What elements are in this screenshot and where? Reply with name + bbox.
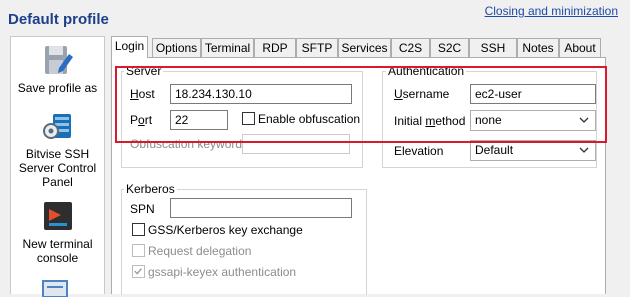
gssapi-keyex-checkbox (132, 265, 145, 278)
server-group-title: Server (124, 64, 164, 78)
initial-method-select[interactable]: none (470, 110, 596, 131)
authentication-group-title: Authentication (386, 64, 467, 78)
tab-terminal[interactable]: Terminal (201, 38, 254, 57)
elevation-select[interactable]: Default (470, 140, 596, 161)
chevron-down-icon (579, 147, 589, 153)
tab-rdp[interactable]: RDP (254, 38, 296, 57)
obfuscation-keyword-label: Obfuscation keyword (130, 137, 243, 151)
sidebar-item-label: Save profile as (17, 81, 98, 95)
elevation-label: Elevation (394, 144, 444, 158)
initial-method-label: Initial method (394, 114, 466, 128)
elevation-value: Default (475, 143, 514, 157)
gssapi-keyex-label: gssapi-keyex authentication (148, 265, 297, 279)
new-terminal-console-button[interactable]: New terminal console (11, 199, 104, 265)
tab-login[interactable]: Login (111, 36, 148, 58)
save-profile-button[interactable]: Save profile as (11, 43, 104, 95)
save-profile-icon (44, 46, 73, 74)
closing-minimization-link[interactable]: Closing and minimization (485, 4, 618, 18)
tab-s2c[interactable]: S2C (430, 38, 469, 57)
checkmark-icon (134, 268, 142, 275)
username-input[interactable]: ec2-user (470, 84, 596, 104)
host-label: Host (130, 87, 155, 101)
spn-input[interactable] (170, 198, 352, 218)
enable-obfuscation-label: Enable obfuscation (258, 112, 361, 126)
tab-about[interactable]: About (559, 38, 601, 57)
gss-kerberos-checkbox[interactable] (132, 223, 145, 236)
login-tab-panel: Server Host 18.234.130.10 Port 22 Enable… (111, 57, 606, 295)
sidebar-item-label: New terminal console (22, 237, 93, 265)
obfuscation-keyword-input (242, 134, 350, 154)
window-title: Default profile (8, 11, 109, 28)
tab-options[interactable]: Options (152, 38, 201, 57)
port-input[interactable]: 22 (170, 110, 228, 130)
kerberos-group-title: Kerberos (124, 182, 177, 196)
tab-ssh[interactable]: SSH (469, 38, 517, 57)
server-control-panel-icon (42, 114, 71, 139)
terminal-console-icon (43, 202, 72, 230)
gss-kerberos-label: GSS/Kerberos key exchange (148, 223, 303, 237)
sidebar-item-label: Bitvise SSH Server Control Panel (18, 147, 97, 189)
request-delegation-label: Request delegation (148, 244, 252, 258)
partial-item-icon (42, 280, 68, 297)
chevron-down-icon (579, 117, 589, 123)
sidebar: Save profile as Bitvise SSH Server Contr… (10, 36, 105, 297)
request-delegation-checkbox (132, 244, 145, 257)
port-label: Port (130, 113, 153, 127)
spn-label: SPN (130, 202, 155, 216)
tab-sftp[interactable]: SFTP (296, 38, 338, 57)
host-input[interactable]: 18.234.130.10 (170, 84, 352, 104)
username-label: Username (394, 87, 450, 101)
tab-services[interactable]: Services (338, 38, 391, 57)
enable-obfuscation-checkbox[interactable] (242, 112, 255, 125)
tab-notes[interactable]: Notes (517, 38, 559, 57)
initial-method-value: none (475, 113, 502, 127)
tab-c2s[interactable]: C2S (391, 38, 430, 57)
server-control-panel-button[interactable]: Bitvise SSH Server Control Panel (11, 109, 104, 189)
